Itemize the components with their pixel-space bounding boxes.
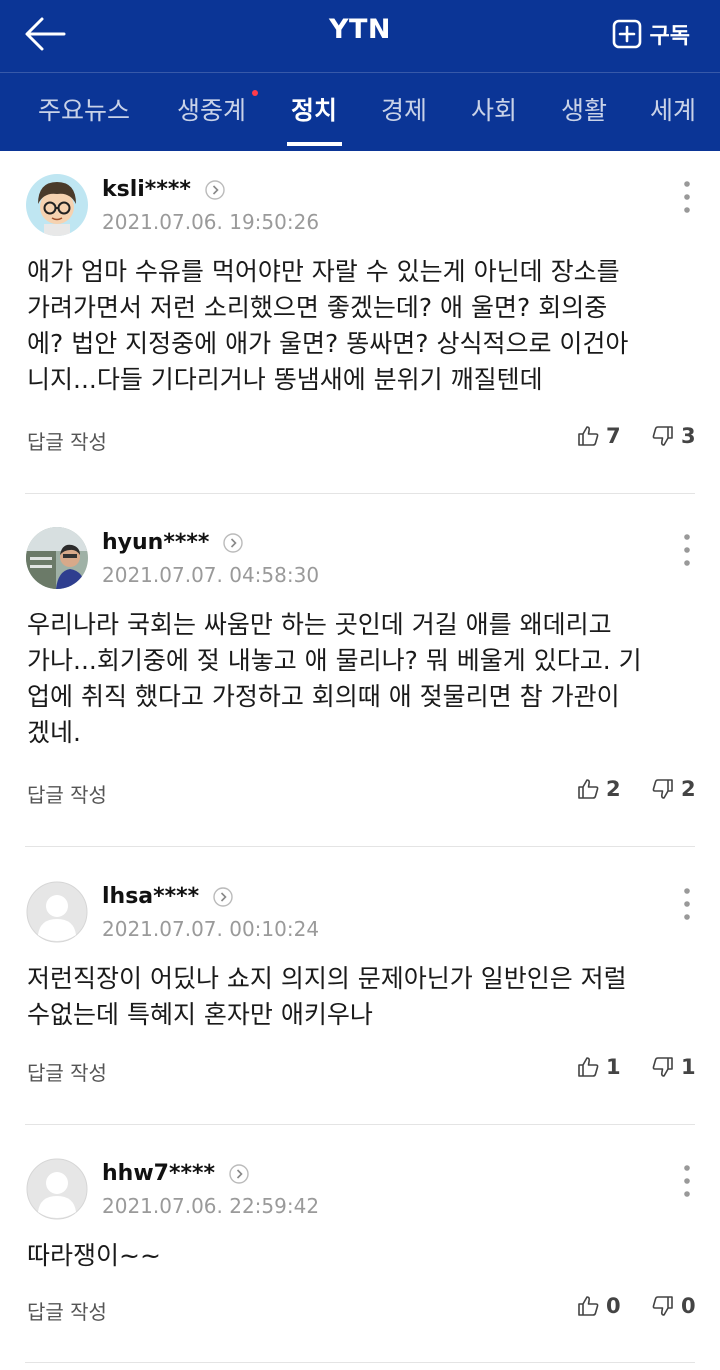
tab-politics[interactable]: 정치 [291, 91, 337, 127]
reply-button[interactable]: 답글 작성 [27, 1296, 107, 1325]
comment-date: 2021.07.06. 22:59:42 [102, 1194, 320, 1218]
reply-button[interactable]: 답글 작성 [27, 779, 107, 808]
comment-text: 저런직장이 어딨나 쇼지 의지의 문제아닌가 일반인은 저럴 수없는데 특혜지 … [27, 961, 697, 1033]
comment-date: 2021.07.07. 00:10:24 [102, 917, 320, 941]
comment-line: 업에 취직 했다고 가정하고 회의때 애 젖물리면 참 가관이 [27, 682, 620, 711]
comment-item: lhsa**** 2021.07.07. 00:10:24 저런직장이 어딨나 … [0, 857, 720, 1127]
comment-line: 니지...다들 기다리거나 똥냄새에 분위기 깨질텐데 [27, 365, 543, 394]
thumbs-up-icon [578, 1057, 599, 1077]
dislike-button[interactable]: 2 [651, 777, 696, 801]
subscribe-label: 구독 [649, 24, 690, 49]
like-button[interactable]: 7 [576, 424, 621, 448]
username-text: lhsa**** [102, 884, 200, 909]
comment-line: 가려가면서 저런 소리했으면 좋겠는데? 애 울면? 회의중 [27, 293, 608, 322]
divider [25, 493, 695, 494]
username[interactable]: hyun**** [102, 530, 243, 555]
dislike-button[interactable]: 1 [651, 1055, 696, 1079]
tab-main-news[interactable]: 주요뉴스 [38, 91, 130, 127]
more-options-icon[interactable] [680, 1164, 694, 1198]
avatar[interactable] [26, 1158, 88, 1220]
category-tabs: 주요뉴스 생중계 정치 경제 사회 생활 세계 [0, 72, 720, 151]
comment-item: hhw7**** 2021.07.06. 22:59:42 따라쟁이~~ 답글 … [0, 1134, 720, 1370]
more-options-icon[interactable] [680, 533, 694, 567]
thumbs-down-icon [652, 1296, 673, 1316]
chevron-right-circle-icon[interactable] [228, 1164, 249, 1184]
dislike-count: 3 [681, 424, 696, 448]
comment-line: 겠네. [27, 718, 81, 747]
divider [25, 1124, 695, 1125]
username-text: ksli**** [102, 177, 191, 202]
like-button[interactable]: 0 [576, 1294, 621, 1318]
comment-text: 애가 엄마 수유를 먹어야만 자랄 수 있는게 아닌데 장소를 가려가면서 저런… [27, 254, 697, 398]
tab-economy[interactable]: 경제 [381, 91, 427, 127]
username-text: hhw7**** [102, 1161, 215, 1186]
more-options-icon[interactable] [680, 180, 694, 214]
tab-life[interactable]: 생활 [561, 91, 607, 127]
like-count: 2 [606, 777, 621, 801]
subscribe-button[interactable]: 구독 [612, 14, 690, 54]
username[interactable]: hhw7**** [102, 1161, 249, 1186]
thumbs-down-icon [652, 1057, 673, 1077]
dislike-count: 1 [681, 1055, 696, 1079]
comment-item: hyun**** 2021.07.07. 04:58:30 우리나라 국회는 싸… [0, 503, 720, 848]
thumbs-down-icon [652, 779, 673, 799]
username[interactable]: ksli**** [102, 177, 225, 202]
tab-live[interactable]: 생중계 [177, 91, 246, 127]
reply-button[interactable]: 답글 작성 [27, 426, 107, 455]
thumbs-up-icon [578, 779, 599, 799]
thumbs-up-icon [578, 1296, 599, 1316]
comment-date: 2021.07.07. 04:58:30 [102, 563, 320, 587]
like-count: 7 [606, 424, 621, 448]
plus-box-icon [612, 19, 641, 49]
comment-item: ksli**** 2021.07.06. 19:50:26 애가 엄마 수유를 … [0, 150, 720, 495]
thumbs-up-icon [578, 426, 599, 446]
comment-date: 2021.07.06. 19:50:26 [102, 210, 320, 234]
comment-line: 저런직장이 어딨나 쇼지 의지의 문제아닌가 일반인은 저럴 [27, 964, 627, 993]
username-text: hyun**** [102, 530, 210, 555]
divider [25, 1362, 695, 1363]
dislike-count: 0 [681, 1294, 696, 1318]
avatar[interactable] [26, 527, 88, 589]
dislike-button[interactable]: 0 [651, 1294, 696, 1318]
divider [25, 846, 695, 847]
new-indicator-dot [252, 90, 258, 96]
top-bar: YTN 구독 [0, 0, 720, 72]
dislike-count: 2 [681, 777, 696, 801]
avatar[interactable] [26, 174, 88, 236]
username[interactable]: lhsa**** [102, 884, 233, 909]
avatar[interactable] [26, 881, 88, 943]
comment-line: 에? 법안 지정중에 애가 울면? 똥싸면? 상식적으로 이건아 [27, 329, 629, 358]
comment-text: 따라쟁이~~ [27, 1238, 697, 1274]
comment-text: 우리나라 국회는 싸움만 하는 곳인데 거길 애를 왜데리고 가나...회기중에… [27, 607, 697, 751]
active-tab-indicator [287, 142, 342, 146]
chevron-right-circle-icon[interactable] [213, 887, 233, 907]
comment-line: 우리나라 국회는 싸움만 하는 곳인데 거길 애를 왜데리고 [27, 610, 612, 639]
comment-line: 애가 엄마 수유를 먹어야만 자랄 수 있는게 아닌데 장소를 [27, 257, 620, 286]
tab-world[interactable]: 세계 [650, 91, 696, 127]
dislike-button[interactable]: 3 [651, 424, 696, 448]
chevron-right-circle-icon[interactable] [204, 180, 225, 200]
like-count: 0 [606, 1294, 621, 1318]
thumbs-down-icon [652, 426, 673, 446]
like-button[interactable]: 1 [576, 1055, 621, 1079]
reply-button[interactable]: 답글 작성 [27, 1057, 107, 1086]
comment-line: 수없는데 특혜지 혼자만 애키우나 [27, 1000, 373, 1029]
like-count: 1 [606, 1055, 621, 1079]
comment-line: 가나...회기중에 젖 내놓고 애 물리나? 뭐 베울게 있다고. 기 [27, 646, 642, 675]
comment-line: 따라쟁이~~ [27, 1241, 161, 1270]
chevron-right-circle-icon[interactable] [223, 533, 243, 553]
more-options-icon[interactable] [680, 887, 694, 921]
like-button[interactable]: 2 [576, 777, 621, 801]
tab-society[interactable]: 사회 [471, 91, 517, 127]
